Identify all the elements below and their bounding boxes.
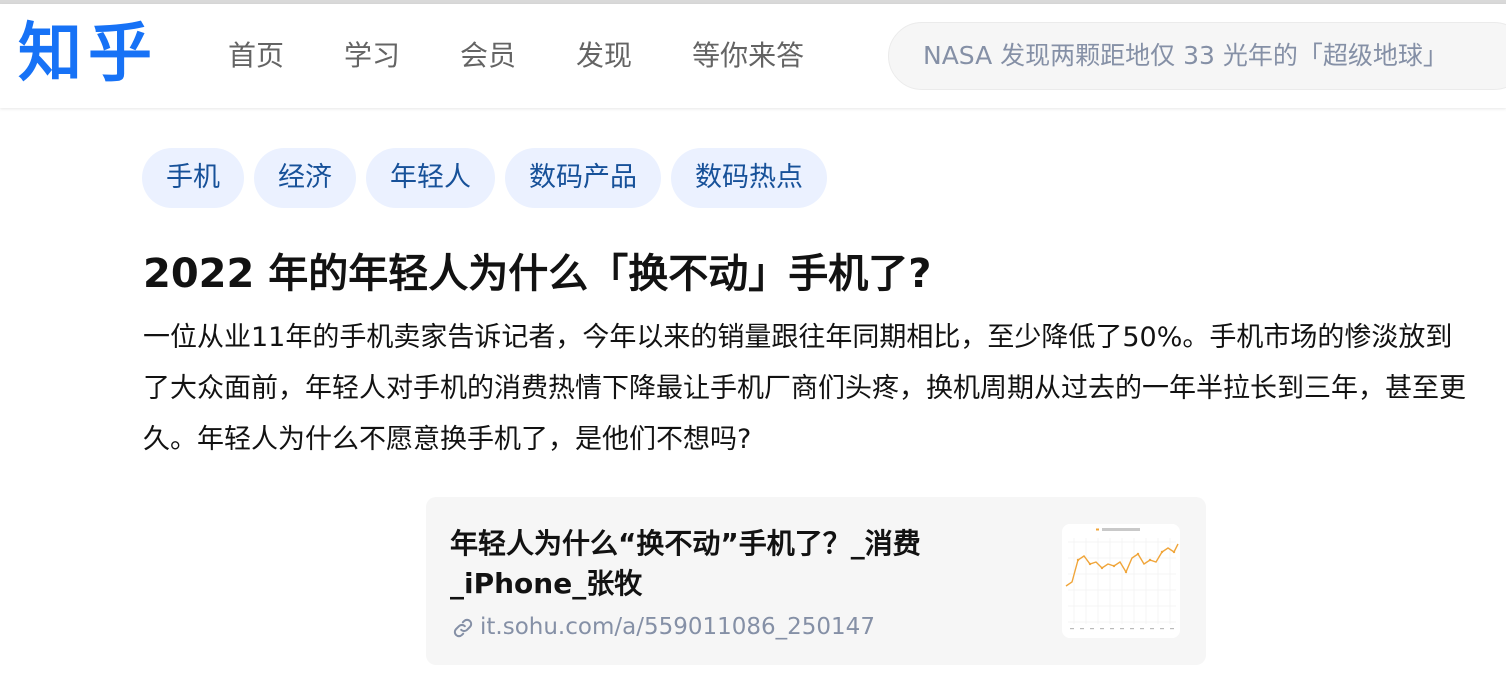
link-card[interactable]: 年轻人为什么“换不动”手机了？_消费_iPhone_张牧 it.sohu.com… [426, 497, 1206, 665]
nav-learn[interactable]: 学习 [344, 34, 400, 78]
search-input[interactable]: NASA 发现两颗距地仅 33 光年的「超级地球」 [888, 22, 1506, 90]
main-nav: 首页 学习 会员 发现 等你来答 [228, 34, 804, 78]
topic-tag[interactable]: 年轻人 [366, 148, 495, 208]
chart-thumbnail [1062, 524, 1180, 638]
topic-tags: 手机 经济 年轻人 数码产品 数码热点 [142, 148, 837, 208]
link-icon [452, 616, 474, 638]
zhihu-logo[interactable]: 知乎 [18, 14, 158, 94]
topic-tag[interactable]: 经济 [254, 148, 356, 208]
link-card-title: 年轻人为什么“换不动”手机了？_消费_iPhone_张牧 [450, 527, 921, 600]
search-placeholder: NASA 发现两颗距地仅 33 光年的「超级地球」 [923, 41, 1448, 70]
nav-home[interactable]: 首页 [228, 34, 284, 78]
nav-membership[interactable]: 会员 [460, 34, 516, 78]
link-card-url-row: it.sohu.com/a/559011086_250147 [452, 611, 875, 643]
topic-tag[interactable]: 数码热点 [671, 148, 827, 208]
link-card-url: it.sohu.com/a/559011086_250147 [480, 614, 875, 640]
topic-tag[interactable]: 手机 [142, 148, 244, 208]
question-title: 2022 年的年轻人为什么「换不动」手机了? [143, 251, 932, 297]
top-header: 知乎 首页 学习 会员 发现 等你来答 NASA 发现两颗距地仅 33 光年的「… [0, 4, 1506, 108]
nav-discover[interactable]: 发现 [576, 34, 632, 78]
topic-tag[interactable]: 数码产品 [505, 148, 661, 208]
question-excerpt: 一位从业11年的手机卖家告诉记者，今年以来的销量跟往年同期相比，至少降低了50%… [143, 322, 1466, 455]
nav-waiting-answers[interactable]: 等你来答 [692, 34, 804, 78]
